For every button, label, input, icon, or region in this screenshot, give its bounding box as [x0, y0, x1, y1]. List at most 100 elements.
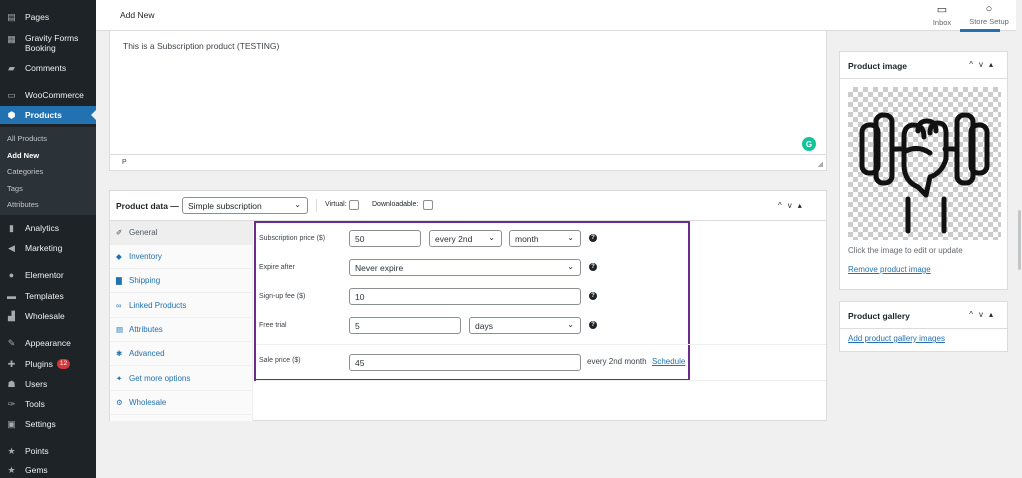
downloadable-label: Downloadable: — [372, 201, 419, 208]
remove-product-image-link[interactable]: Remove product image — [848, 265, 931, 274]
product-gallery-box: Product gallery ^v▴ Add product gallery … — [839, 301, 1008, 352]
sidebar-item-pages[interactable]: ▤ Pages — [0, 8, 96, 26]
product-image-thumbnail[interactable] — [848, 87, 1001, 240]
chevron-up-icon[interactable]: ^ — [969, 310, 979, 319]
toggle-arrow-icon[interactable]: ▴ — [989, 60, 999, 69]
tools-icon: ✑ — [7, 398, 16, 409]
tab-get-more-options[interactable]: ✦ Get more options — [110, 367, 253, 391]
sale-price-label: Sale price ($) — [259, 357, 301, 364]
chevron-down-icon: ⌄ — [488, 233, 495, 242]
scrollbar-thumb[interactable] — [1018, 210, 1021, 270]
subscription-price-input[interactable]: 50 — [349, 230, 421, 247]
sidebar-item-settings[interactable]: ▣ Settings — [0, 415, 96, 433]
sidebar-item-gravity-forms-booking[interactable]: ▦ Gravity Forms Booking — [0, 30, 96, 56]
calendar-icon: ▦ — [7, 33, 16, 44]
tab-inventory[interactable]: ◆ Inventory — [110, 245, 253, 269]
sidebar-item-appearance[interactable]: ✎ Appearance — [0, 334, 96, 352]
editor-content[interactable]: This is a Subscription product (TESTING) — [123, 41, 279, 51]
product-type-select[interactable]: Simple subscription ⌄ — [182, 197, 308, 214]
help-icon[interactable]: ? — [589, 234, 597, 242]
submenu-all-products[interactable]: All Products — [7, 134, 47, 143]
sidebar-item-tools[interactable]: ✑ Tools — [0, 395, 96, 413]
help-icon[interactable]: ? — [589, 292, 597, 300]
tab-general[interactable]: ✐ General — [110, 221, 253, 245]
virtual-label: Virtual: — [325, 201, 347, 208]
submenu-attributes[interactable]: Attributes — [7, 200, 39, 209]
templates-icon: ▬ — [7, 291, 16, 301]
sidebar-item-woocommerce[interactable]: ▭ WooCommerce — [0, 86, 96, 104]
sidebar-item-analytics[interactable]: ▮ Analytics — [0, 219, 96, 237]
pages-icon: ▤ — [7, 11, 16, 22]
active-arrow — [91, 110, 96, 120]
chevron-down-icon: ⌄ — [567, 320, 574, 329]
submenu-tags[interactable]: Tags — [7, 184, 23, 193]
sidebar-item-marketing[interactable]: ◀ Marketing — [0, 239, 96, 257]
grammarly-icon[interactable]: G — [802, 137, 816, 151]
toggle-arrow-icon[interactable]: ▴ — [798, 201, 808, 210]
virtual-checkbox[interactable] — [349, 200, 359, 210]
box-divider — [840, 78, 1007, 79]
free-trial-input[interactable]: 5 — [349, 317, 461, 334]
analytics-icon: ▮ — [9, 222, 14, 233]
tab-shipping[interactable]: ▇ Shipping — [110, 269, 253, 293]
products-submenu: All Products Add New Categories Tags Att… — [0, 127, 96, 215]
inbox-button[interactable]: ▭ Inbox — [927, 3, 957, 27]
submenu-categories[interactable]: Categories — [7, 167, 43, 176]
add-product-gallery-images-link[interactable]: Add product gallery images — [848, 334, 945, 343]
sidebar-item-users[interactable]: ☗ Users — [0, 375, 96, 393]
help-icon[interactable]: ? — [589, 263, 597, 271]
sidebar-item-gems[interactable]: ★ Gems — [0, 461, 96, 478]
tab-linked-products[interactable]: ∞ Linked Products — [110, 294, 253, 318]
page-header: Add New — [96, 0, 1022, 31]
store-setup-button[interactable]: ○ Store Setup — [966, 3, 1012, 26]
sidebar-item-templates[interactable]: ▬ Templates — [0, 287, 96, 305]
signup-fee-input[interactable]: 10 — [349, 288, 581, 305]
chevron-down-icon[interactable]: v — [979, 60, 989, 69]
tab-wholesale[interactable]: ⚙ Wholesale — [110, 391, 253, 415]
star-icon: ★ — [7, 445, 16, 456]
chevron-down-icon[interactable]: v — [979, 310, 989, 319]
sidebar-item-elementor[interactable]: ● Elementor — [0, 266, 96, 284]
chevron-down-icon[interactable]: v — [788, 201, 798, 210]
resize-grip-icon[interactable]: ◢ — [818, 160, 823, 168]
sidebar-item-comments[interactable]: ▰ Comments — [0, 59, 96, 77]
sidebar-item-points[interactable]: ★ Points — [0, 442, 96, 460]
help-icon[interactable]: ? — [589, 321, 597, 329]
sidebar-item-plugins[interactable]: ✚ Plugins 12 — [0, 355, 96, 373]
product-image-hint: Click the image to edit or update — [848, 246, 963, 255]
subscription-price-label: Subscription price ($) — [259, 235, 326, 242]
box-divider — [840, 328, 1007, 329]
editor-element-path: P — [122, 159, 127, 166]
billing-period-select[interactable]: month ⌄ — [509, 230, 581, 247]
product-gallery-title: Product gallery — [848, 311, 910, 321]
downloadable-checkbox[interactable] — [423, 200, 433, 210]
panel-controls[interactable]: ^v▴ — [778, 201, 808, 210]
sale-price-input[interactable]: 45 — [349, 354, 581, 371]
schedule-link[interactable]: Schedule — [652, 357, 685, 366]
settings-icon: ▣ — [7, 418, 16, 429]
woocommerce-icon: ▭ — [7, 89, 16, 100]
chevron-up-icon[interactable]: ^ — [969, 60, 979, 69]
toggle-arrow-icon[interactable]: ▴ — [989, 310, 999, 319]
submenu-add-new[interactable]: Add New — [7, 151, 39, 160]
plug-icon: ✦ — [116, 374, 123, 383]
product-description-editor[interactable]: This is a Subscription product (TESTING)… — [109, 31, 827, 171]
free-trial-period-select[interactable]: days ⌄ — [469, 317, 581, 334]
billing-interval-select[interactable]: every 2nd ⌄ — [429, 230, 502, 247]
expire-after-select[interactable]: Never expire ⌄ — [349, 259, 581, 276]
admin-sidebar: ▤ Pages ▦ Gravity Forms Booking ▰ Comments … — [0, 0, 96, 478]
box-controls[interactable]: ^v▴ — [969, 60, 999, 69]
comments-icon: ▰ — [8, 62, 15, 73]
appearance-icon: ✎ — [7, 337, 16, 348]
star-icon: ★ — [7, 464, 16, 475]
marketing-icon: ◀ — [8, 242, 15, 253]
link-icon: ∞ — [116, 301, 122, 310]
sidebar-item-products[interactable]: ⬢ Products — [0, 106, 96, 124]
tab-advanced[interactable]: ✱ Advanced — [110, 342, 253, 366]
plugins-update-badge: 12 — [56, 359, 71, 369]
sidebar-item-wholesale[interactable]: ▟ Wholesale — [0, 307, 96, 325]
box-controls[interactable]: ^v▴ — [969, 310, 999, 319]
tab-attributes[interactable]: ▤ Attributes — [110, 318, 253, 342]
chevron-up-icon[interactable]: ^ — [778, 201, 788, 210]
field-divider — [256, 380, 826, 381]
